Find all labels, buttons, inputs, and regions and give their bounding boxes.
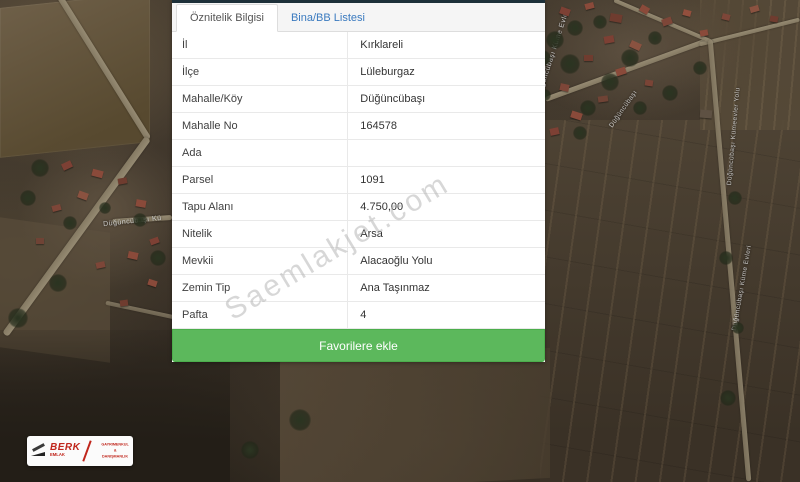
logo-tagline-line: DANIŞMANLIK [102, 455, 129, 459]
map-building [699, 109, 713, 119]
table-row: İlçe Lüleburgaz [172, 59, 545, 86]
tab-bina-bb-listesi[interactable]: Bina/BB Listesi [278, 5, 378, 31]
map-building [769, 15, 779, 23]
table-row: Mahalle/Köy Düğüncübaşı [172, 86, 545, 113]
panel-tabs: Öznitelik Bilgisi Bina/BB Listesi [172, 3, 545, 32]
map-tree [133, 213, 147, 227]
row-value: Ana Taşınmaz [347, 275, 545, 301]
logo-brand-text: BERK [50, 442, 81, 453]
row-label: Nitelik [182, 228, 212, 240]
row-value: Lüleburgaz [347, 59, 545, 85]
map-tree [49, 274, 67, 292]
add-to-favorites-button[interactable]: Favorilere ekle [172, 329, 545, 362]
map-tree [719, 251, 733, 265]
row-label: Zemin Tip [182, 282, 231, 294]
table-row: Nitelik Arsa [172, 221, 545, 248]
row-value: Kırklareli [347, 32, 545, 58]
logo-tagline-line: GAYRİMENKUL [101, 443, 130, 447]
map-tree [648, 31, 662, 45]
logo-brand-subtext: EMLAK [50, 453, 65, 458]
row-label: Mahalle/Köy [182, 93, 243, 105]
map-tree [289, 409, 311, 431]
table-row: Zemin Tip Ana Taşınmaz [172, 275, 545, 302]
row-label: Mevkii [182, 255, 214, 267]
map-tree [560, 54, 580, 74]
row-label: Parsel [182, 174, 214, 186]
row-value: Alacaoğlu Yolu [347, 248, 545, 274]
map-field-strips [540, 120, 800, 482]
row-value: 164578 [347, 113, 545, 139]
table-row: Mevkii Alacaoğlu Yolu [172, 248, 545, 275]
map-tree [593, 15, 607, 29]
map-tree [621, 49, 639, 67]
row-value [347, 140, 545, 166]
map-tree [633, 101, 647, 115]
logo-text-block: BERK EMLAK [50, 443, 80, 459]
map-building [135, 199, 147, 208]
table-row: Pafta 4 [172, 302, 545, 329]
row-label: İlçe [182, 66, 200, 78]
berk-emlak-logo: BERK EMLAK GAYRİMENKUL & DANIŞMANLIK [27, 436, 133, 466]
row-label: Tapu Alanı [182, 201, 234, 213]
row-label: Ada [182, 147, 202, 159]
map-tree [693, 61, 707, 75]
map-tree [720, 390, 736, 406]
table-row: Tapu Alanı 4.750,00 [172, 194, 545, 221]
map-building [644, 79, 654, 87]
table-row: Parsel 1091 [172, 167, 545, 194]
map-tree [20, 190, 36, 206]
row-label: Mahalle No [182, 120, 238, 132]
table-row: Ada [172, 140, 545, 167]
row-value: 4.750,00 [347, 194, 545, 220]
row-value: 1091 [347, 167, 545, 193]
map-tree [580, 100, 596, 116]
map-tree [567, 20, 583, 36]
map-tree [241, 441, 259, 459]
berk-logo-mark-icon [31, 444, 47, 458]
map-tree [732, 322, 744, 334]
screen: Düğüncübaşı Kü Düğüncübaşı Küme Evleri D… [0, 0, 800, 482]
logo-tagline-line: & [114, 449, 117, 453]
map-building [36, 238, 44, 244]
logo-tagline: GAYRİMENKUL & DANIŞMANLIK [93, 442, 137, 460]
map-tree [573, 126, 587, 140]
table-row: Mahalle No 164578 [172, 113, 545, 140]
parcel-info-panel: Öznitelik Bilgisi Bina/BB Listesi İl Kır… [172, 0, 545, 362]
row-value: Arsa [347, 221, 545, 247]
row-label: İl [182, 39, 188, 51]
map-tree [31, 159, 49, 177]
map-building [584, 55, 593, 61]
map-tree [728, 191, 742, 205]
map-tree [662, 85, 678, 101]
attribute-table-body: İl Kırklareli İlçe Lüleburgaz Mahalle/Kö… [172, 32, 545, 329]
tab-oznitelik-bilgisi[interactable]: Öznitelik Bilgisi [176, 4, 278, 32]
row-value: Düğüncübaşı [347, 86, 545, 112]
attribute-table: İl Kırklareli İlçe Lüleburgaz Mahalle/Kö… [172, 32, 545, 329]
row-value: 4 [347, 302, 545, 328]
map-building [119, 299, 129, 307]
map-tree [546, 31, 564, 49]
map-tree [8, 308, 28, 328]
row-label: Pafta [182, 309, 208, 321]
map-field [280, 347, 550, 482]
map-tree [63, 216, 77, 230]
map-tree [601, 73, 619, 91]
logo-slash-divider [82, 440, 93, 462]
table-row: İl Kırklareli [172, 32, 545, 59]
map-tree [150, 250, 166, 266]
map-tree [99, 202, 111, 214]
